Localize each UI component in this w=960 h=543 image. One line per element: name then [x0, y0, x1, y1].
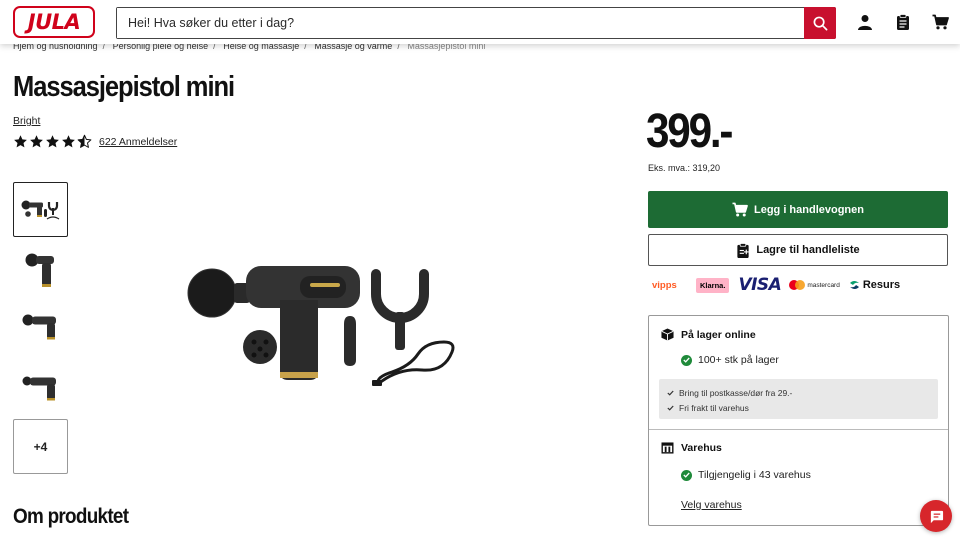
cart-button[interactable]: [930, 12, 950, 32]
shipping-option: Bring til postkasse/dør fra 29.-: [667, 385, 938, 400]
user-icon: [858, 15, 872, 30]
choose-store-link[interactable]: Velg varehus: [681, 499, 742, 511]
star-full-icon: [62, 135, 75, 148]
stock-info-panel: På lager online 100+ stk på lager Bring …: [648, 315, 949, 526]
shipping-option-text: Bring til postkasse/dør fra 29.-: [679, 387, 793, 398]
shopping-list-button[interactable]: [893, 12, 913, 32]
payment-methods: vipps Klarna. VISA mastercard Resurs: [652, 274, 948, 296]
thumbnail-2[interactable]: [13, 242, 68, 297]
about-product-heading: Om produktet: [13, 505, 129, 528]
package-icon: [661, 328, 674, 341]
thumbnail-3[interactable]: [13, 298, 68, 353]
search-button[interactable]: [804, 7, 836, 39]
online-stock-status: 100+ stk på lager: [681, 354, 779, 366]
shopping-cart-icon: [732, 202, 748, 217]
price-ex-vat: Eks. mva.: 319,20: [648, 163, 721, 173]
more-images-label: +4: [33, 439, 48, 454]
jula-logo[interactable]: JULA: [13, 6, 95, 38]
account-button[interactable]: [855, 12, 875, 32]
store-stock-label: Varehus: [681, 442, 722, 454]
massage-gun-side-thumbnail-image: [22, 314, 56, 339]
thumbnail-1[interactable]: [13, 182, 68, 237]
star-rating: [13, 134, 92, 149]
search-input[interactable]: [117, 8, 804, 38]
check-circle-icon: [681, 354, 692, 366]
store-stock-status: Tilgjengelig i 43 varehus: [681, 469, 811, 481]
check-icon: [667, 405, 674, 411]
shipping-option-text: Fri frakt til varehus: [679, 402, 749, 413]
shipping-options: Bring til postkasse/dør fra 29.- Fri fra…: [659, 379, 938, 419]
chat-button[interactable]: [920, 500, 952, 532]
store-icon: [661, 442, 674, 454]
reviews-link[interactable]: 622 Anmeldelser: [99, 136, 177, 148]
chat-bubble-icon: [930, 510, 943, 523]
save-to-list-label: Lagre til handleliste: [756, 244, 860, 256]
thumbnail-4[interactable]: [13, 357, 68, 412]
panel-divider: [649, 429, 948, 430]
online-stock-status-text: 100+ stk på lager: [698, 354, 779, 366]
star-full-icon: [14, 135, 27, 148]
visa-logo: VISA: [738, 275, 782, 295]
klarna-logo: Klarna.: [696, 277, 730, 293]
brand-link[interactable]: Bright: [13, 115, 40, 127]
add-to-cart-button[interactable]: Legg i handlevognen: [648, 191, 948, 228]
shipping-option: Fri frakt til varehus: [667, 400, 938, 415]
clipboard-list-icon: [897, 14, 909, 30]
mastercard-label: mastercard: [807, 281, 840, 289]
store-stock-status-text: Tilgjengelig i 43 varehus: [698, 469, 811, 481]
online-stock-label: På lager online: [681, 328, 756, 341]
resurs-label: Resurs: [862, 279, 901, 291]
product-title: Massasjepistol mini: [13, 71, 235, 103]
mastercard-circles-icon: [789, 280, 806, 290]
star-full-icon: [46, 135, 59, 148]
product-rating[interactable]: 622 Anmeldelser: [13, 134, 177, 149]
price: 399.-: [646, 105, 733, 158]
star-full-icon: [30, 135, 43, 148]
product-main-image: [187, 266, 455, 386]
more-images-button[interactable]: +4: [13, 419, 68, 474]
site-header: JULA: [0, 0, 960, 44]
product-kit-thumbnail-image: [21, 200, 59, 220]
save-to-list-button[interactable]: Lagre til handleliste: [648, 234, 948, 266]
check-icon: [667, 390, 674, 396]
resurs-logo: Resurs: [849, 279, 900, 291]
massage-gun-thumbnail-image: [25, 253, 54, 287]
resurs-mark-icon: [849, 281, 859, 289]
check-circle-icon: [681, 469, 692, 481]
shopping-cart-icon: [932, 14, 949, 30]
add-to-cart-label: Legg i handlevognen: [753, 203, 864, 216]
online-stock-title: På lager online: [661, 328, 756, 341]
search-icon: [813, 16, 827, 30]
vipps-logo: vipps: [652, 279, 677, 291]
mastercard-logo: mastercard: [789, 280, 840, 290]
star-half-icon: [77, 134, 92, 148]
search-bar: [116, 7, 836, 39]
logo-text: JULA: [27, 10, 81, 34]
massage-gun-angle-thumbnail-image: [22, 376, 56, 400]
clipboard-add-icon: [737, 242, 749, 258]
store-stock-title: Varehus: [661, 442, 722, 454]
